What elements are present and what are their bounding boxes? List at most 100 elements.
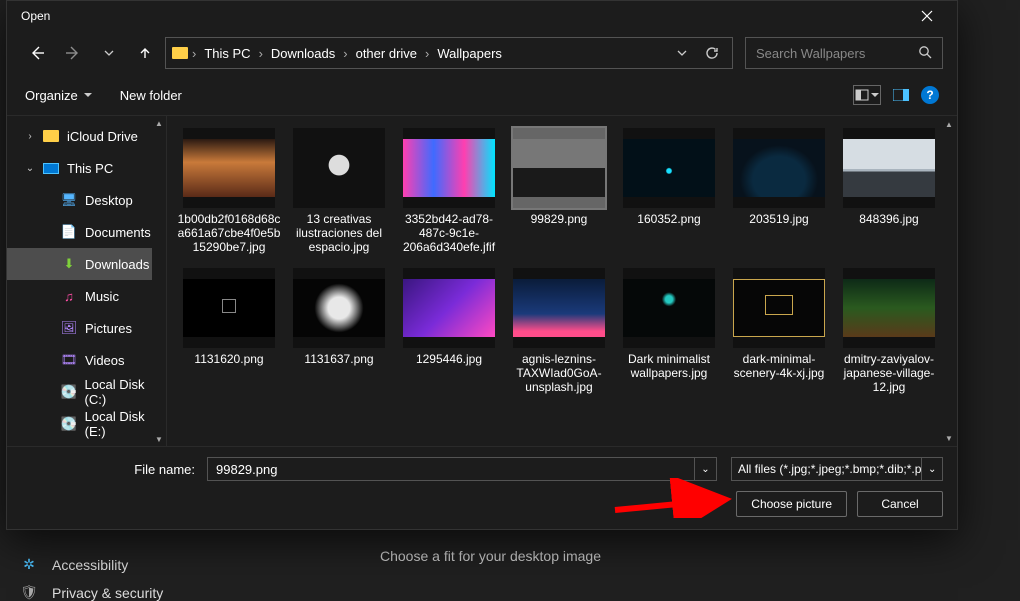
tree-item-pc[interactable]: ⌄This PC (7, 152, 166, 184)
content-scrollbar[interactable]: ▲ ▼ (941, 116, 957, 446)
file-thumbnail[interactable]: 160352.png (615, 124, 723, 258)
refresh-button[interactable] (698, 39, 726, 67)
thumbnail-image (843, 128, 935, 208)
breadcrumb-segment[interactable]: Wallpapers (433, 44, 506, 63)
file-thumbnail[interactable]: 99829.png (505, 124, 613, 258)
file-thumbnail[interactable]: 1295446.jpg (395, 264, 503, 398)
tree-item-documents[interactable]: 📄Documents (7, 216, 166, 248)
tree-item-label: Desktop (85, 193, 133, 208)
thumbnail-image (293, 268, 385, 348)
thumbnail-image (843, 268, 935, 348)
thumbnail-image (733, 268, 825, 348)
breadcrumb-segment[interactable]: other drive (352, 44, 421, 63)
organize-menu[interactable]: Organize (25, 88, 92, 103)
file-thumbnail[interactable]: dmitry-zaviyalov-japanese-village-12.jpg (835, 264, 943, 398)
search-placeholder: Search Wallpapers (756, 46, 865, 61)
new-folder-button[interactable]: New folder (120, 88, 182, 103)
file-label: 3352bd42-ad78-487c-9c1e-206a6d340efe.jfi… (397, 212, 501, 254)
tree-item-label: Videos (85, 353, 125, 368)
file-thumbnail[interactable]: 3352bd42-ad78-487c-9c1e-206a6d340efe.jfi… (395, 124, 503, 258)
organize-label: Organize (25, 88, 78, 103)
scroll-up-icon[interactable]: ▲ (941, 116, 957, 132)
settings-nav-privacy[interactable]: 🛡 Privacy & security (20, 584, 163, 601)
fit-label: Choose a fit for your desktop image (380, 548, 601, 564)
file-label: dark-minimal-scenery-4k-xj.jpg (727, 352, 831, 380)
thumbnail-image (183, 128, 275, 208)
address-bar[interactable]: › This PC › Downloads › other drive › Wa… (165, 37, 733, 69)
dialog-body: › iCloud Drive ⌄This PC🖥Desktop📄Documents⬇… (7, 115, 957, 446)
file-label: 1131637.png (304, 352, 373, 366)
file-thumbnail[interactable]: 1b00db2f0168d68ca661a67cbe4f0e5b15290be7… (175, 124, 283, 258)
forward-button[interactable] (57, 39, 89, 67)
thumbnail-image (733, 128, 825, 208)
tree-item-music[interactable]: ♫Music (7, 280, 166, 312)
file-label: 203519.jpg (749, 212, 808, 226)
titlebar: Open (7, 1, 957, 31)
toolbar: Organize New folder ? (7, 75, 957, 115)
tree-item-desktop[interactable]: 🖥Desktop (7, 184, 166, 216)
file-thumbnail[interactable]: 203519.jpg (725, 124, 833, 258)
tree-item-pictures[interactable]: 🖼Pictures (7, 312, 166, 344)
breadcrumb-segment[interactable]: This PC (200, 44, 254, 63)
tree-item-folder[interactable]: › iCloud Drive (7, 120, 166, 152)
filename-history-dropdown[interactable]: ⌄ (694, 458, 716, 480)
preview-pane-button[interactable] (891, 85, 911, 105)
back-button[interactable] (21, 39, 53, 67)
file-list: 1b00db2f0168d68ca661a67cbe4f0e5b15290be7… (167, 116, 957, 446)
file-thumbnail[interactable]: agnis-leznins-TAXWIad0GoA-unsplash.jpg (505, 264, 613, 398)
file-label: 848396.jpg (859, 212, 918, 226)
file-thumbnail[interactable]: Dark minimalist wallpapers.jpg (615, 264, 723, 398)
thumbnail-image (513, 128, 605, 208)
dialog-footer: File name: ⌄ All files (*.jpg;*.jpeg;*.b… (7, 446, 957, 529)
scroll-down-icon[interactable]: ▼ (152, 432, 166, 446)
file-type-filter[interactable]: All files (*.jpg;*.jpeg;*.bmp;*.dib;*.pn… (731, 457, 943, 481)
chevron-right-icon: › (425, 46, 429, 61)
tree-item-disk[interactable]: 💽Local Disk (C:) (7, 376, 166, 408)
thumbnail-image (513, 268, 605, 348)
file-label: agnis-leznins-TAXWIad0GoA-unsplash.jpg (507, 352, 611, 394)
file-thumbnail[interactable]: dark-minimal-scenery-4k-xj.jpg (725, 264, 833, 398)
chevron-down-icon: ⌄ (921, 458, 942, 480)
nav-row: › This PC › Downloads › other drive › Wa… (7, 31, 957, 75)
view-mode-button[interactable] (853, 85, 881, 105)
tree-item-label: Pictures (85, 321, 132, 336)
thumbnail-image (403, 128, 495, 208)
file-thumbnail[interactable]: 848396.jpg (835, 124, 943, 258)
file-open-dialog: Open › This PC › Downloads › other drive… (6, 0, 958, 530)
tree-caret-icon: ⌄ (25, 163, 35, 174)
cancel-button[interactable]: Cancel (857, 491, 943, 517)
sidebar-scrollbar[interactable]: ▲ ▼ (152, 116, 166, 446)
address-dropdown-button[interactable] (668, 39, 696, 67)
dialog-title: Open (21, 9, 50, 23)
file-thumbnail[interactable]: 1131637.png (285, 264, 393, 398)
settings-nav-accessibility[interactable]: ✲ Accessibility (20, 556, 128, 573)
tree-item-label: Music (85, 289, 119, 304)
scroll-down-icon[interactable]: ▼ (941, 430, 957, 446)
chevron-right-icon: › (192, 46, 196, 61)
tree-item-downloads[interactable]: ⬇Downloads (7, 248, 166, 280)
recent-locations-button[interactable] (93, 39, 125, 67)
choose-picture-button[interactable]: Choose picture (736, 491, 847, 517)
search-icon (918, 45, 932, 62)
tree-caret-icon: › (25, 131, 35, 142)
close-button[interactable] (907, 1, 947, 31)
filename-label: File name: (21, 462, 201, 477)
file-thumbnail[interactable]: 13 creativas ilustraciones del espacio.j… (285, 124, 393, 258)
file-label: 1b00db2f0168d68ca661a67cbe4f0e5b15290be7… (177, 212, 281, 254)
new-folder-label: New folder (120, 88, 182, 103)
file-label: Dark minimalist wallpapers.jpg (617, 352, 721, 380)
filename-input[interactable] (208, 462, 694, 477)
scroll-up-icon[interactable]: ▲ (152, 116, 166, 130)
breadcrumb-segment[interactable]: Downloads (267, 44, 339, 63)
tree-item-videos[interactable]: 🎞Videos (7, 344, 166, 376)
tree-item-label: Documents (85, 225, 151, 240)
file-label: dmitry-zaviyalov-japanese-village-12.jpg (837, 352, 941, 394)
file-thumbnail[interactable]: 1131620.png (175, 264, 283, 398)
tree-item-label: iCloud Drive (67, 129, 138, 144)
help-button[interactable]: ? (921, 86, 939, 104)
up-button[interactable] (129, 39, 161, 67)
file-label: 13 creativas ilustraciones del espacio.j… (287, 212, 391, 254)
thumbnail-image (293, 128, 385, 208)
tree-item-disk[interactable]: 💽Local Disk (E:) (7, 408, 166, 440)
search-input[interactable]: Search Wallpapers (745, 37, 943, 69)
